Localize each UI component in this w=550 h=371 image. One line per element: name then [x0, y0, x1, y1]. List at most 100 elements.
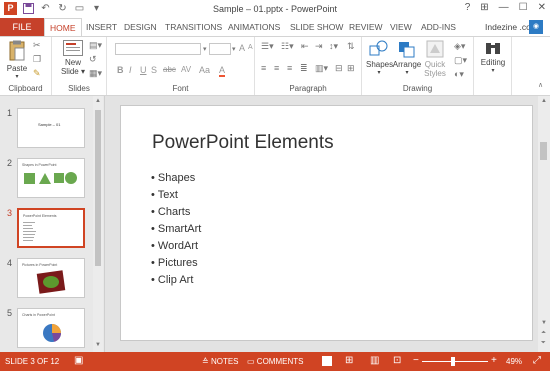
- slide-sorter-icon[interactable]: ⊞: [345, 355, 353, 366]
- slide-show-icon[interactable]: ⊡: [393, 355, 401, 366]
- text-direction-icon[interactable]: ⇅: [347, 41, 355, 52]
- numbering-icon[interactable]: ☷▾: [281, 41, 294, 52]
- slide-counter: SLIDE 3 OF 12: [5, 357, 60, 366]
- chevron-down-icon[interactable]: ▾: [203, 45, 207, 53]
- ribbon-display-options-icon[interactable]: ⊞: [480, 2, 488, 13]
- zoom-slider[interactable]: [422, 361, 488, 362]
- increase-indent-icon[interactable]: ⇥: [315, 41, 323, 52]
- grow-font-icon[interactable]: A: [239, 43, 245, 53]
- paste-button[interactable]: Paste ▾: [6, 40, 28, 80]
- proofing-icon[interactable]: ▣: [74, 355, 83, 366]
- tab-add-ins[interactable]: ADD-INS: [421, 18, 456, 36]
- previous-slide-icon[interactable]: ⏶: [541, 330, 546, 337]
- zoom-slider-handle[interactable]: [451, 357, 455, 366]
- zoom-out-button[interactable]: −: [413, 355, 419, 366]
- maximize-icon[interactable]: ☐: [519, 2, 528, 13]
- next-slide-icon[interactable]: ⏷: [541, 340, 546, 347]
- bullets-icon[interactable]: ☰▾: [261, 41, 274, 52]
- help-icon[interactable]: ?: [465, 2, 471, 13]
- tab-slide-show[interactable]: SLIDE SHOW: [290, 18, 343, 36]
- strikethrough-button[interactable]: abc: [163, 65, 176, 74]
- convert-to-smartart-icon[interactable]: ⊞: [347, 63, 355, 74]
- text-shadow-button[interactable]: S: [151, 65, 157, 75]
- normal-view-icon[interactable]: [322, 356, 332, 366]
- slide-thumbnail-1[interactable]: Sample – 01: [17, 108, 85, 148]
- section-icon[interactable]: ▦▾: [89, 68, 102, 79]
- tab-view[interactable]: VIEW: [390, 18, 412, 36]
- slide-thumbnail-4[interactable]: Pictures in PowerPoint: [17, 258, 85, 298]
- thumbnails-scroll-thumb[interactable]: [95, 110, 101, 266]
- reset-icon[interactable]: ↺: [89, 54, 97, 65]
- minimize-icon[interactable]: —: [499, 2, 509, 13]
- zoom-in-button[interactable]: +: [491, 355, 497, 366]
- tab-transitions[interactable]: TRANSITIONS: [165, 18, 222, 36]
- comment-icon: ▭: [247, 357, 255, 366]
- scroll-up-arrow-icon[interactable]: ▲: [541, 98, 547, 104]
- editing-button[interactable]: Editing ▾: [478, 40, 508, 74]
- slide-thumbnail-5[interactable]: Charts in PowerPoint: [17, 308, 85, 348]
- zoom-level[interactable]: 49%: [506, 357, 522, 366]
- chevron-down-icon[interactable]: ▾: [232, 45, 236, 53]
- shrink-font-icon[interactable]: A: [248, 44, 253, 51]
- italic-button[interactable]: I: [129, 65, 132, 75]
- thumbnails-scrollbar[interactable]: ▲ ▼: [93, 96, 103, 352]
- bold-button[interactable]: B: [117, 65, 124, 75]
- shape-effects-icon[interactable]: ◐▾: [454, 69, 464, 80]
- columns-icon[interactable]: ▥▾: [315, 63, 328, 74]
- cut-icon[interactable]: ✂: [33, 40, 41, 51]
- scroll-down-arrow-icon[interactable]: ▼: [541, 320, 547, 326]
- line-spacing-icon[interactable]: ↕▾: [329, 41, 338, 52]
- character-spacing-button[interactable]: AV: [181, 65, 191, 74]
- layout-icon[interactable]: ▤▾: [89, 40, 102, 51]
- slide-title[interactable]: PowerPoint Elements: [152, 132, 334, 154]
- shape-fill-icon[interactable]: ◈▾: [454, 41, 465, 52]
- tab-insert[interactable]: INSERT: [86, 18, 117, 36]
- slide-scrollbar[interactable]: ▲ ▼ ⏶ ⏷: [538, 96, 550, 352]
- align-left-icon[interactable]: ≡: [261, 63, 266, 73]
- thumbnail-number: 5: [7, 308, 13, 318]
- arrange-button[interactable]: Arrange ▾: [392, 40, 422, 76]
- tab-home[interactable]: HOME: [44, 18, 82, 37]
- bullet-lines-thumbnail-graphic: [23, 222, 36, 241]
- quick-styles-button[interactable]: Quick Styles: [422, 40, 448, 78]
- scroll-down-arrow-icon[interactable]: ▼: [95, 342, 101, 348]
- font-name-combobox[interactable]: [115, 43, 201, 55]
- tab-review[interactable]: REVIEW: [349, 18, 383, 36]
- shapes-thumbnail-graphic: [24, 172, 77, 184]
- slide-bullet-list[interactable]: Shapes Text Charts SmartArt WordArt Pict…: [151, 170, 202, 289]
- chevron-down-icon: ▾: [15, 74, 19, 80]
- slides-group-label: Slides: [68, 84, 90, 93]
- change-case-button[interactable]: Aa: [199, 65, 210, 75]
- tab-animations[interactable]: ANIMATIONS: [228, 18, 280, 36]
- align-text-icon[interactable]: ⊟: [335, 63, 343, 74]
- align-center-icon[interactable]: ≡: [274, 63, 279, 73]
- paragraph-group: ☰▾ ☷▾ ⇤ ⇥ ↕▾ ⇅ ≡ ≡ ≡ ≣ ▥▾ ⊟ ⊞ Paragraph: [255, 37, 362, 95]
- copy-icon[interactable]: ❐: [33, 54, 41, 65]
- tab-design[interactable]: DESIGN: [124, 18, 157, 36]
- tab-file[interactable]: FILE: [0, 18, 44, 36]
- shapes-icon: [369, 40, 388, 56]
- underline-button[interactable]: U: [140, 65, 147, 75]
- ribbon-home: Paste ▾ ✂ ❐ ✎ Clipboard New Slide ▾ ▤▾ ↺…: [0, 36, 550, 96]
- reading-view-icon[interactable]: ▥: [370, 355, 379, 366]
- align-right-icon[interactable]: ≡: [287, 63, 292, 73]
- fit-to-window-icon[interactable]: ⤢: [533, 355, 541, 366]
- slide-canvas[interactable]: PowerPoint Elements Shapes Text Charts S…: [120, 105, 533, 341]
- shape-outline-icon[interactable]: ▢▾: [454, 55, 467, 66]
- font-size-combobox[interactable]: [209, 43, 231, 55]
- shapes-button[interactable]: Shapes ▾: [366, 40, 393, 76]
- font-color-button[interactable]: A: [219, 65, 226, 77]
- notes-button[interactable]: ≙ NOTES: [202, 357, 239, 366]
- decrease-indent-icon[interactable]: ⇤: [301, 41, 309, 52]
- format-painter-icon[interactable]: ✎: [33, 68, 41, 79]
- scroll-up-arrow-icon[interactable]: ▲: [95, 98, 101, 104]
- slide-scroll-thumb[interactable]: [540, 142, 547, 160]
- slide-thumbnail-2[interactable]: Shapes in PowerPoint: [17, 158, 85, 198]
- slide-thumbnail-3-selected[interactable]: PowerPoint Elements: [17, 208, 85, 248]
- user-avatar-icon[interactable]: ◉: [529, 20, 543, 34]
- close-icon[interactable]: ✕: [538, 2, 546, 13]
- new-slide-button[interactable]: New Slide ▾: [60, 40, 86, 76]
- comments-button[interactable]: ▭ COMMENTS: [247, 357, 303, 366]
- justify-icon[interactable]: ≣: [300, 63, 308, 74]
- collapse-ribbon-icon[interactable]: ∧: [538, 81, 543, 89]
